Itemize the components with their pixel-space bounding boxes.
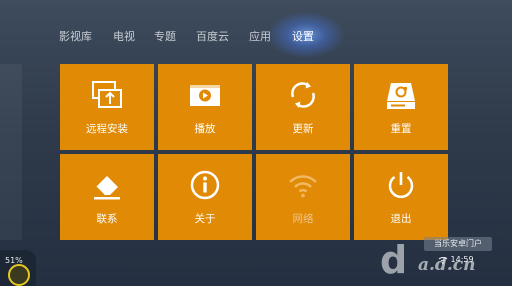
tile-label: 关于	[194, 213, 216, 225]
watermark-site-name: 当乐安卓门户	[424, 237, 492, 251]
tab-movie-library[interactable]: 影视库	[59, 28, 92, 46]
clock-time: 14:59	[450, 255, 474, 264]
battery-warning-icon	[8, 264, 30, 286]
left-edge-panel	[0, 64, 22, 240]
tab-tv[interactable]: 电视	[113, 28, 135, 46]
status-area: 14:59	[438, 255, 474, 264]
play-icon	[190, 85, 220, 106]
tab-topics[interactable]: 专题	[154, 28, 176, 46]
tile-reset[interactable]: 重置	[354, 64, 448, 150]
tile-label: 远程安装	[86, 123, 128, 135]
tile-label: 重置	[390, 123, 412, 135]
power-icon	[388, 172, 414, 199]
tile-update[interactable]: 更新	[256, 64, 350, 150]
tab-settings[interactable]: 设置	[292, 28, 314, 46]
reset-drive-icon	[387, 83, 415, 109]
tab-baidu-cloud[interactable]: 百度云	[196, 28, 229, 46]
tile-label: 网络	[292, 213, 314, 225]
refresh-icon	[291, 82, 315, 108]
wifi-icon	[289, 175, 317, 198]
tile-label: 退出	[390, 213, 412, 225]
wifi-status-icon	[438, 256, 448, 264]
tile-label: 播放	[194, 123, 216, 135]
tab-apps[interactable]: 应用	[249, 28, 271, 46]
info-icon	[190, 170, 220, 200]
tile-exit[interactable]: 退出	[354, 154, 448, 240]
remote-install-icon	[92, 81, 122, 108]
tile-contact[interactable]: 联系	[60, 154, 154, 240]
watermark-logo: d	[380, 238, 408, 282]
tile-label: 更新	[292, 123, 314, 135]
tile-play[interactable]: 播放	[158, 64, 252, 150]
tile-about[interactable]: 关于	[158, 154, 252, 240]
tile-network[interactable]: 网络	[256, 154, 350, 240]
tile-remote-install[interactable]: 远程安装	[60, 64, 154, 150]
top-navigation-bar: 影视库 电视 专题 百度云 应用 设置	[0, 0, 512, 60]
contact-eraser-icon	[94, 176, 120, 200]
battery-indicator: 51%	[0, 250, 36, 286]
tile-label: 联系	[96, 213, 118, 225]
